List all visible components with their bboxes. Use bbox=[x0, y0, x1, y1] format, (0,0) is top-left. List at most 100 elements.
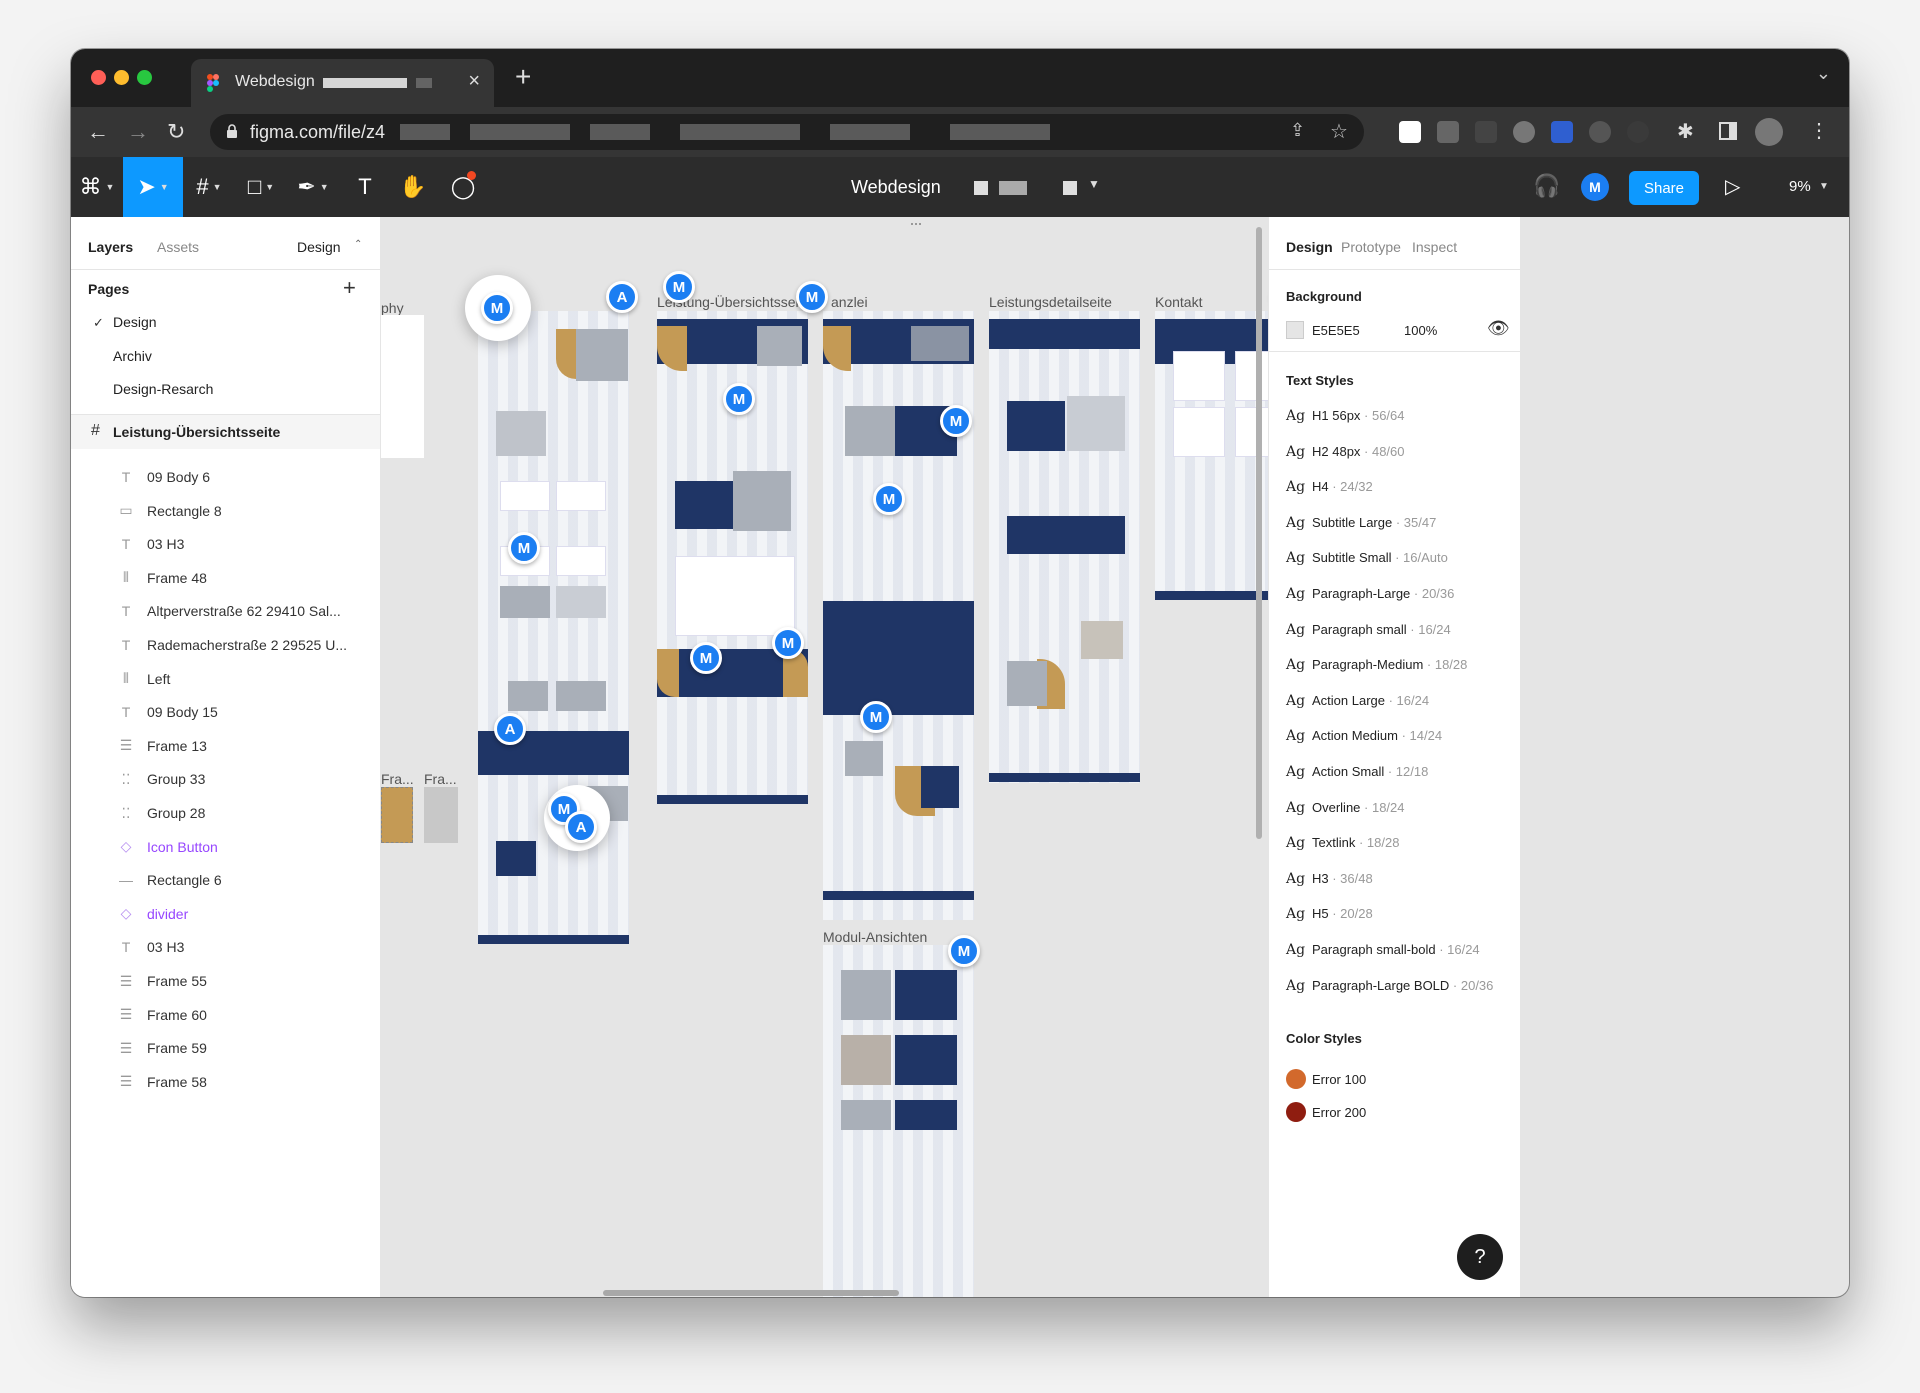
text-style-row[interactable]: Ag H5 · 20/28 bbox=[1286, 906, 1373, 922]
color-style-name[interactable]: Error 100 bbox=[1312, 1072, 1366, 1087]
eye-icon[interactable]: 👁 bbox=[1487, 318, 1510, 339]
frame-label-kontakt[interactable]: Kontakt bbox=[1155, 294, 1202, 310]
forward-arrow-icon[interactable]: → bbox=[127, 119, 149, 145]
background-swatch[interactable] bbox=[1286, 321, 1304, 339]
new-tab-icon[interactable]: + bbox=[515, 61, 531, 93]
url-field[interactable]: figma.com/file/z4 ⇪ ☆ bbox=[210, 114, 1364, 150]
layer-row[interactable]: ☰ Frame 55 bbox=[115, 971, 207, 991]
tab-layers[interactable]: Layers bbox=[88, 239, 133, 255]
pen-tool-button[interactable]: ✒ ▼ bbox=[287, 157, 339, 217]
frame-label-fra[interactable]: Fra... bbox=[381, 771, 414, 787]
zoom-level[interactable]: 9% bbox=[1789, 178, 1811, 195]
puzzle-extensions-icon[interactable]: ✱ bbox=[1677, 119, 1694, 144]
text-style-row[interactable]: Ag Overline · 18/24 bbox=[1286, 800, 1405, 816]
page-frame-home[interactable] bbox=[478, 311, 629, 944]
layer-row[interactable]: T 03 H3 bbox=[115, 534, 185, 554]
background-opacity-value[interactable]: 100% bbox=[1404, 323, 1437, 338]
move-tool-button[interactable]: ➤ ▼ bbox=[123, 157, 183, 217]
page-frame-kanzlei[interactable] bbox=[823, 311, 974, 920]
frame-tool-button[interactable]: # ▼ bbox=[183, 157, 235, 217]
color-swatch-error-100[interactable] bbox=[1286, 1069, 1306, 1089]
sidebar-toggle-icon[interactable] bbox=[1719, 122, 1737, 140]
vertical-scrollbar[interactable] bbox=[1256, 227, 1262, 839]
page-frame-kontakt[interactable] bbox=[1155, 311, 1268, 600]
tab-assets[interactable]: Assets bbox=[157, 239, 199, 255]
chevron-down-icon[interactable]: ▼ bbox=[1088, 177, 1100, 191]
text-style-row[interactable]: Ag Action Large · 16/24 bbox=[1286, 693, 1429, 709]
text-tool-button[interactable]: T bbox=[339, 157, 391, 217]
maximize-window-button[interactable] bbox=[137, 70, 152, 85]
horizontal-scrollbar[interactable] bbox=[603, 1290, 899, 1296]
layer-row[interactable]: T Altperverstraße 62 29410 Sal... bbox=[115, 601, 341, 621]
text-style-row[interactable]: Ag Paragraph-Large BOLD · 20/36 bbox=[1286, 978, 1493, 994]
layer-row[interactable]: T 09 Body 6 bbox=[115, 467, 210, 487]
layer-row[interactable]: ◇ Icon Button bbox=[115, 837, 218, 857]
extension-icon[interactable] bbox=[1589, 121, 1611, 143]
close-tab-icon[interactable]: × bbox=[468, 70, 480, 93]
page-dropdown[interactable]: Design bbox=[297, 239, 341, 255]
tab-design[interactable]: Design bbox=[1286, 239, 1333, 255]
chevron-up-icon[interactable]: ⌃ bbox=[354, 239, 362, 250]
typography-frame[interactable] bbox=[381, 315, 424, 458]
page-item-design[interactable]: Design bbox=[113, 314, 157, 330]
text-style-row[interactable]: Ag Paragraph-Large · 20/36 bbox=[1286, 586, 1454, 602]
small-frame[interactable] bbox=[424, 787, 458, 843]
text-style-row[interactable]: Ag H2 48px · 48/60 bbox=[1286, 444, 1405, 460]
chevron-down-icon[interactable]: ▼ bbox=[1819, 181, 1829, 192]
comment-tool-button[interactable]: ◯ bbox=[437, 157, 489, 217]
page-frame-modules[interactable] bbox=[823, 945, 974, 1297]
main-menu-button[interactable]: ⌘ ▼ bbox=[71, 157, 123, 217]
layer-row[interactable]: T Rademacherstraße 2 29525 U... bbox=[115, 635, 347, 655]
profile-avatar[interactable] bbox=[1755, 118, 1783, 146]
headphones-icon[interactable]: 🎧 bbox=[1533, 173, 1560, 199]
layer-row[interactable]: ☰ Frame 60 bbox=[115, 1005, 207, 1025]
design-canvas[interactable]: phy Fra... Fra... Leistung-Übersichtssei… bbox=[381, 217, 1268, 1297]
layer-row[interactable]: ◇ divider bbox=[115, 904, 189, 924]
text-style-row[interactable]: Ag Subtitle Large · 35/47 bbox=[1286, 515, 1436, 531]
text-style-row[interactable]: Ag Textlink · 18/28 bbox=[1286, 835, 1399, 851]
layer-row[interactable]: ⁚⁚ Group 28 bbox=[115, 803, 206, 823]
text-style-row[interactable]: Ag Action Small · 12/18 bbox=[1286, 764, 1428, 780]
text-style-row[interactable]: Ag H3 · 36/48 bbox=[1286, 871, 1373, 887]
text-style-row[interactable]: Ag Paragraph small · 16/24 bbox=[1286, 622, 1451, 638]
extension-icon[interactable] bbox=[1437, 121, 1459, 143]
extension-icon[interactable] bbox=[1513, 121, 1535, 143]
text-style-row[interactable]: Ag Subtitle Small · 16/Auto bbox=[1286, 550, 1448, 566]
extension-icon[interactable] bbox=[1475, 121, 1497, 143]
extension-icon[interactable] bbox=[1627, 121, 1649, 143]
layer-row[interactable]: ☰ Frame 13 bbox=[115, 736, 207, 756]
add-page-icon[interactable]: + bbox=[343, 275, 356, 301]
text-style-row[interactable]: Ag Paragraph small-bold · 16/24 bbox=[1286, 942, 1480, 958]
shape-tool-button[interactable]: □ ▼ bbox=[235, 157, 287, 217]
layer-row[interactable]: ⦀ Frame 48 bbox=[115, 568, 207, 588]
extension-icon[interactable] bbox=[1551, 121, 1573, 143]
color-style-name[interactable]: Error 200 bbox=[1312, 1105, 1366, 1120]
layer-row[interactable]: ⁚⁚ Group 33 bbox=[115, 769, 206, 789]
minimize-window-button[interactable] bbox=[114, 70, 129, 85]
frame-label-modules[interactable]: Modul-Ansichten bbox=[823, 929, 927, 945]
close-window-button[interactable] bbox=[91, 70, 106, 85]
extension-icon[interactable] bbox=[1399, 121, 1421, 143]
reload-icon[interactable]: ↻ bbox=[167, 119, 185, 145]
bookmark-star-icon[interactable]: ☆ bbox=[1330, 119, 1348, 144]
frame-label-fra[interactable]: Fra... bbox=[424, 771, 457, 787]
text-style-row[interactable]: Ag Paragraph-Medium · 18/28 bbox=[1286, 657, 1467, 673]
hand-tool-button[interactable]: ✋ bbox=[387, 157, 439, 217]
browser-tab[interactable]: Webdesign × bbox=[191, 59, 494, 107]
present-play-icon[interactable]: ▷ bbox=[1725, 174, 1740, 199]
layer-row[interactable]: — Rectangle 6 bbox=[115, 870, 222, 890]
text-style-row[interactable]: Ag Action Medium · 14/24 bbox=[1286, 728, 1442, 744]
color-swatch-error-200[interactable] bbox=[1286, 1102, 1306, 1122]
tab-inspect[interactable]: Inspect bbox=[1412, 239, 1457, 255]
small-frame[interactable] bbox=[381, 787, 413, 843]
page-item-design-research[interactable]: Design-Resarch bbox=[113, 381, 213, 397]
share-page-icon[interactable]: ⇪ bbox=[1290, 120, 1305, 141]
browser-menu-icon[interactable]: ⋮ bbox=[1809, 118, 1829, 143]
chevron-down-icon[interactable]: ⌄ bbox=[1816, 63, 1831, 84]
page-item-archiv[interactable]: Archiv bbox=[113, 348, 152, 364]
tab-prototype[interactable]: Prototype bbox=[1341, 239, 1401, 255]
layer-row[interactable]: ☰ Frame 58 bbox=[115, 1072, 207, 1092]
frame-label-detail[interactable]: Leistungsdetailseite bbox=[989, 294, 1112, 310]
help-button[interactable]: ? bbox=[1457, 1234, 1503, 1280]
page-frame-detail[interactable] bbox=[989, 311, 1140, 783]
